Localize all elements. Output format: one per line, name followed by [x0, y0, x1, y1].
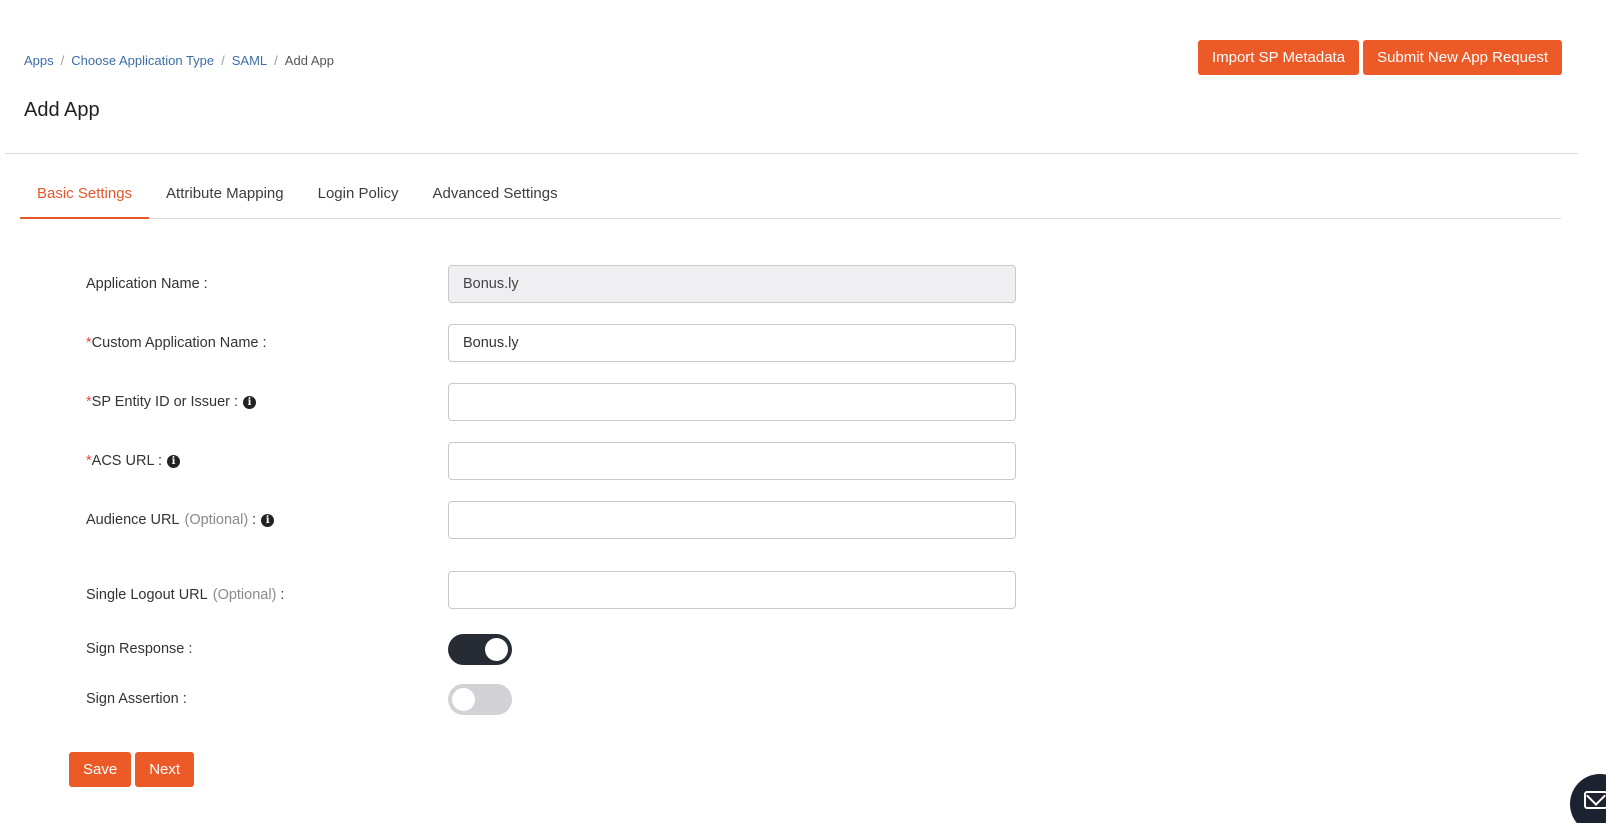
custom-application-name-row: * Custom Application Name :: [86, 324, 1016, 362]
audience-url-input[interactable]: [448, 501, 1016, 539]
sign-response-toggle[interactable]: [448, 634, 512, 665]
audience-url-label: Audience URL (Optional) : i: [86, 512, 275, 528]
breadcrumb: Apps / Choose Application Type / SAML / …: [24, 53, 334, 68]
sign-response-row: Sign Response :: [86, 630, 1016, 668]
header-divider: [5, 153, 1578, 154]
info-icon[interactable]: i: [261, 513, 275, 527]
next-button[interactable]: Next: [135, 752, 195, 787]
sp-entity-id-label-text: SP Entity ID or Issuer :: [91, 394, 239, 410]
single-logout-url-label-text: Single Logout URL: [86, 586, 208, 603]
breadcrumb-saml[interactable]: SAML: [232, 53, 267, 68]
custom-application-name-input[interactable]: [448, 324, 1016, 362]
sign-assertion-toggle[interactable]: [448, 684, 512, 715]
breadcrumb-choose-application-type[interactable]: Choose Application Type: [71, 53, 214, 68]
breadcrumb-separator: /: [60, 53, 65, 68]
application-name-input: [448, 265, 1016, 303]
import-sp-metadata-button[interactable]: Import SP Metadata: [1197, 40, 1360, 75]
tab-basic-settings[interactable]: Basic Settings: [20, 176, 150, 219]
breadcrumb-separator: /: [274, 53, 278, 68]
label-suffix: :: [280, 586, 285, 603]
sp-entity-id-input[interactable]: [448, 383, 1016, 421]
single-logout-url-input[interactable]: [448, 571, 1016, 609]
sign-response-label: Sign Response :: [86, 641, 192, 657]
sign-assertion-label-text: Sign Assertion :: [86, 691, 187, 707]
tab-advanced-settings[interactable]: Advanced Settings: [416, 176, 575, 208]
save-button[interactable]: Save: [69, 752, 132, 787]
settings-tabs: Basic Settings Attribute Mapping Login P…: [20, 176, 1561, 219]
single-logout-url-label: Single Logout URL (Optional) :: [86, 587, 284, 603]
acs-url-label: * ACS URL : i: [86, 453, 181, 469]
add-app-page: Apps / Choose Application Type / SAML / …: [0, 0, 1606, 823]
audience-url-row: Audience URL (Optional) : i: [86, 501, 1016, 539]
toggle-knob: [485, 638, 508, 661]
chat-widget-button[interactable]: [1570, 774, 1606, 823]
acs-url-row: * ACS URL : i: [86, 442, 1016, 480]
optional-hint: (Optional): [184, 512, 249, 528]
custom-application-name-label-text: Custom Application Name :: [91, 335, 267, 351]
sign-response-label-text: Sign Response :: [86, 641, 193, 657]
sp-entity-id-label: * SP Entity ID or Issuer : i: [86, 394, 257, 410]
envelope-icon: [1584, 791, 1606, 809]
acs-url-label-text: ACS URL :: [91, 453, 163, 469]
breadcrumb-current: Add App: [284, 53, 334, 68]
breadcrumb-apps[interactable]: Apps: [24, 53, 54, 68]
application-name-label-text: Application Name :: [86, 276, 208, 292]
tab-attribute-mapping[interactable]: Attribute Mapping: [149, 176, 301, 208]
label-suffix: :: [252, 512, 257, 528]
optional-hint: (Optional): [212, 586, 277, 603]
form-actions: Save Next: [69, 752, 195, 787]
application-name-row: Application Name :: [86, 265, 1016, 303]
page-title: Add App: [24, 99, 100, 121]
sign-assertion-row: Sign Assertion :: [86, 680, 1016, 718]
submit-new-app-request-button[interactable]: Submit New App Request: [1363, 40, 1562, 75]
sp-entity-id-row: * SP Entity ID or Issuer : i: [86, 383, 1016, 421]
application-name-label: Application Name :: [86, 276, 208, 292]
info-icon[interactable]: i: [243, 395, 257, 409]
header-actions: Import SP Metadata Submit New App Reques…: [1197, 40, 1562, 75]
custom-application-name-label: * Custom Application Name :: [86, 335, 267, 351]
sign-assertion-label: Sign Assertion :: [86, 691, 187, 707]
toggle-knob: [452, 688, 475, 711]
single-logout-url-row: Single Logout URL (Optional) :: [86, 571, 1016, 609]
audience-url-label-text: Audience URL: [86, 512, 180, 528]
tab-login-policy[interactable]: Login Policy: [301, 176, 416, 208]
acs-url-input[interactable]: [448, 442, 1016, 480]
breadcrumb-separator: /: [221, 53, 225, 68]
info-icon[interactable]: i: [167, 454, 181, 468]
